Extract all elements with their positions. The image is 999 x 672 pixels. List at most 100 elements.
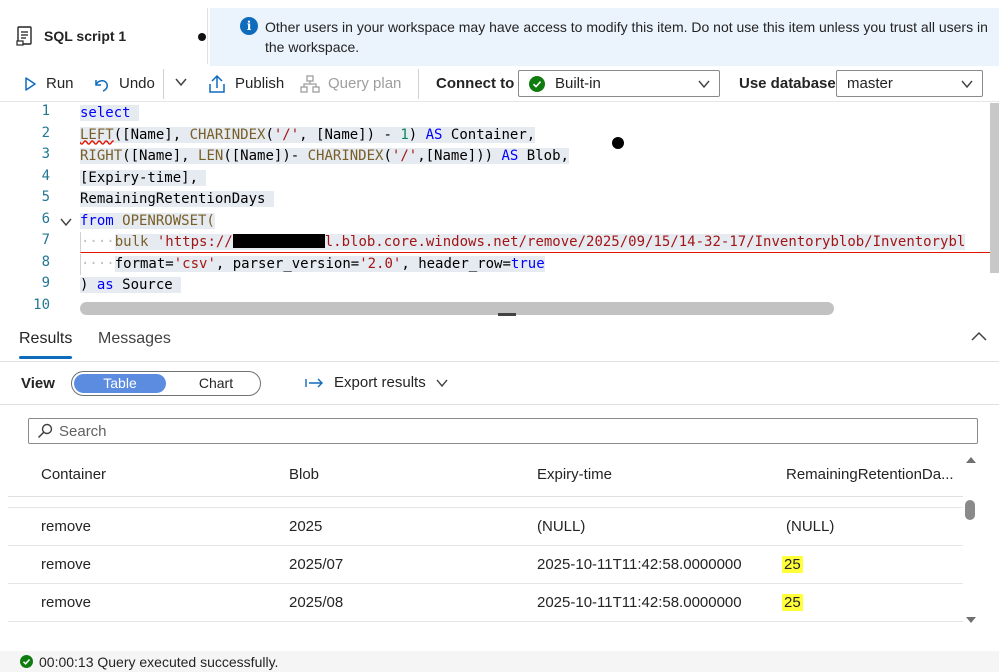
tab-messages[interactable]: Messages xyxy=(98,330,171,348)
undo-dropdown-chevron-icon[interactable] xyxy=(174,75,188,94)
cell-expiry-time: 2025-10-11T11:42:58.0000000 xyxy=(537,556,742,573)
table-row[interactable]: remove 2025 (NULL) (NULL) xyxy=(8,508,963,546)
undo-button[interactable]: Undo xyxy=(93,69,155,99)
line-number: 8 xyxy=(41,253,50,270)
run-label: Run xyxy=(46,75,74,92)
query-plan-label: Query plan xyxy=(328,75,402,92)
line-number: 7 xyxy=(41,232,50,248)
results-search-input[interactable]: Search xyxy=(28,418,978,444)
query-plan-icon xyxy=(300,74,320,93)
line-number: 10 xyxy=(33,296,50,313)
grid-header: Container Blob Expiry-time RemainingRete… xyxy=(8,452,963,497)
code-line-2: LEFT([Name], CHARINDEX('/', [Name]) - 1)… xyxy=(80,125,536,146)
success-check-icon xyxy=(20,655,33,668)
code-line-9: ) as Source xyxy=(80,275,182,296)
code-token: ( xyxy=(265,126,274,143)
code-editor[interactable]: 1 2 3 4 5 6 7 8 9 10 select LEFT([Name],… xyxy=(0,103,999,316)
code-token: 'csv' xyxy=(173,255,216,272)
view-toggle[interactable]: Table Chart xyxy=(71,371,261,396)
line-number: 3 xyxy=(41,146,50,162)
code-token: Container, xyxy=(442,126,536,143)
table-row xyxy=(8,622,963,630)
code-line-7: ····bulk 'https://l.blob.core.windows.ne… xyxy=(80,232,999,253)
line-number: 9 xyxy=(41,275,50,291)
query-plan-button[interactable]: Query plan xyxy=(300,69,401,99)
unsaved-indicator xyxy=(198,33,206,41)
cell-remaining-retention: 25 xyxy=(782,594,803,611)
line-number: 5 xyxy=(41,189,50,205)
toolbar-divider xyxy=(418,69,419,99)
database-select[interactable]: master xyxy=(836,70,983,97)
code-line-1: select xyxy=(80,103,140,124)
code-token: bulk xyxy=(114,234,149,250)
line-number: 6 xyxy=(41,210,50,227)
connect-to-select[interactable]: Built-in xyxy=(518,70,720,97)
column-header-blob[interactable]: Blob xyxy=(289,466,319,483)
code-token: true xyxy=(510,255,545,272)
cell-container: remove xyxy=(41,518,92,535)
collapse-chevron-up-icon[interactable] xyxy=(970,328,988,346)
grid-vertical-scrollbar[interactable] xyxy=(963,452,979,628)
code-line-6: from OPENROWSET( xyxy=(80,211,215,232)
publish-button[interactable]: Publish xyxy=(207,69,284,99)
search-placeholder: Search xyxy=(59,422,107,440)
code-token: from xyxy=(80,212,114,229)
code-token: 1 xyxy=(400,126,409,143)
view-label: View xyxy=(21,375,55,392)
scroll-up-arrow-icon[interactable] xyxy=(963,454,979,466)
banner-message: Other users in your workspace may have a… xyxy=(265,19,988,55)
check-circle-icon xyxy=(529,75,545,92)
code-token: 'https:// xyxy=(156,234,233,250)
horizontal-scrollbar[interactable] xyxy=(80,302,834,315)
play-icon xyxy=(25,76,36,91)
code-token: = xyxy=(165,255,174,272)
publish-icon xyxy=(209,74,225,93)
info-icon: i xyxy=(240,17,258,35)
search-icon xyxy=(37,423,53,439)
status-message: 00:00:13 Query executed successfully. xyxy=(39,653,279,670)
code-token: Source xyxy=(113,277,173,293)
code-token: AS xyxy=(425,126,443,143)
table-row[interactable]: remove 2025/08 2025-10-11T11:42:58.00000… xyxy=(8,584,963,622)
chevron-down-icon xyxy=(698,80,710,89)
cell-blob: 2025/08 xyxy=(289,594,344,611)
sql-script-icon xyxy=(16,26,32,46)
view-chart-option[interactable]: Chart xyxy=(172,374,260,393)
code-line-8: ····format='csv', parser_version='2.0', … xyxy=(80,253,545,275)
connect-to-label: Connect to xyxy=(436,75,515,92)
column-header-container[interactable]: Container xyxy=(41,466,106,483)
toolbar-divider xyxy=(163,69,164,99)
table-row[interactable]: remove 2025/07 2025-10-11T11:42:58.00000… xyxy=(8,546,963,584)
fold-chevron-icon[interactable] xyxy=(59,215,73,229)
cell-remaining-retention: 25 xyxy=(782,556,803,573)
table-row xyxy=(8,497,963,508)
code-token: format xyxy=(114,255,166,272)
export-results-button[interactable]: Export results xyxy=(305,374,449,391)
top-bar: SQL script 1 i Other users in your works… xyxy=(0,0,999,66)
code-token: LEFT xyxy=(80,126,114,143)
chevron-down-icon xyxy=(961,80,973,89)
column-header-remaining-retention[interactable]: RemainingRetentionDa... xyxy=(786,466,954,483)
code-token: ( xyxy=(383,148,392,164)
run-button[interactable]: Run xyxy=(22,69,74,99)
code-token: ([Name], xyxy=(122,148,199,164)
code-token: '/' xyxy=(273,126,300,143)
view-table-option[interactable]: Table xyxy=(74,374,166,393)
cell-expiry-time: (NULL) xyxy=(537,518,586,535)
tab-sql-script-1[interactable]: SQL script 1 xyxy=(8,8,208,64)
column-header-expiry-time[interactable]: Expiry-time xyxy=(537,466,612,483)
code-token: ([Name])- xyxy=(223,148,308,164)
export-results-label: Export results xyxy=(334,374,426,391)
splitter-handle[interactable] xyxy=(498,313,516,316)
scroll-down-arrow-icon[interactable] xyxy=(963,614,979,626)
grid-scroll-thumb[interactable] xyxy=(965,500,975,520)
line-number: 4 xyxy=(41,167,50,184)
code-token: ) xyxy=(408,126,426,143)
code-token: l.blob.core.windows.net/remove/2025/09/1… xyxy=(324,234,966,250)
code-token: , header_row= xyxy=(401,255,511,272)
cell-blob: 2025 xyxy=(289,518,323,535)
cell-container: remove xyxy=(41,594,92,611)
vertical-scrollbar[interactable] xyxy=(990,103,999,273)
results-tab-bar: Results Messages xyxy=(0,318,999,362)
tab-results[interactable]: Results xyxy=(19,330,73,359)
